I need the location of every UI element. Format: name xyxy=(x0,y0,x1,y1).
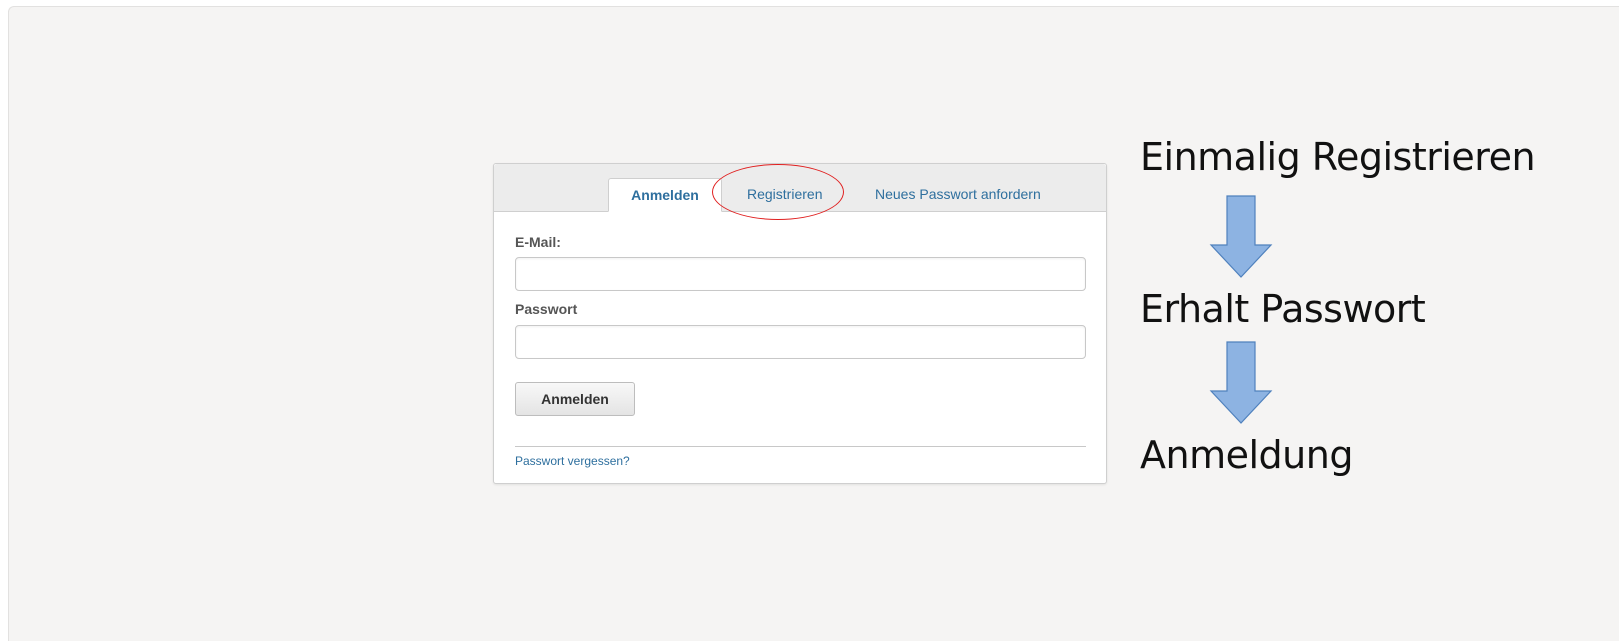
login-panel: Anmelden Registrieren Neues Passwort anf… xyxy=(493,163,1107,484)
login-button[interactable]: Anmelden xyxy=(515,382,635,416)
tab-login[interactable]: Anmelden xyxy=(608,178,722,212)
email-field[interactable] xyxy=(515,257,1086,291)
tab-bar: Anmelden Registrieren Neues Passwort anf… xyxy=(494,164,1106,220)
divider xyxy=(515,446,1086,447)
arrow-down-icon xyxy=(1209,341,1273,424)
email-label: E-Mail: xyxy=(515,234,561,250)
password-field[interactable] xyxy=(515,325,1086,359)
flow-step-register: Einmalig Registrieren xyxy=(1140,135,1536,179)
flow-step-receive-password: Erhalt Passwort xyxy=(1140,287,1426,331)
tab-new-password[interactable]: Neues Passwort anfordern xyxy=(875,178,1041,211)
tab-register[interactable]: Registrieren xyxy=(747,178,822,211)
flow-step-login: Anmeldung xyxy=(1140,433,1353,477)
password-label: Passwort xyxy=(515,301,578,317)
arrow-down-icon xyxy=(1209,195,1273,278)
forgot-password-link[interactable]: Passwort vergessen? xyxy=(515,454,630,468)
